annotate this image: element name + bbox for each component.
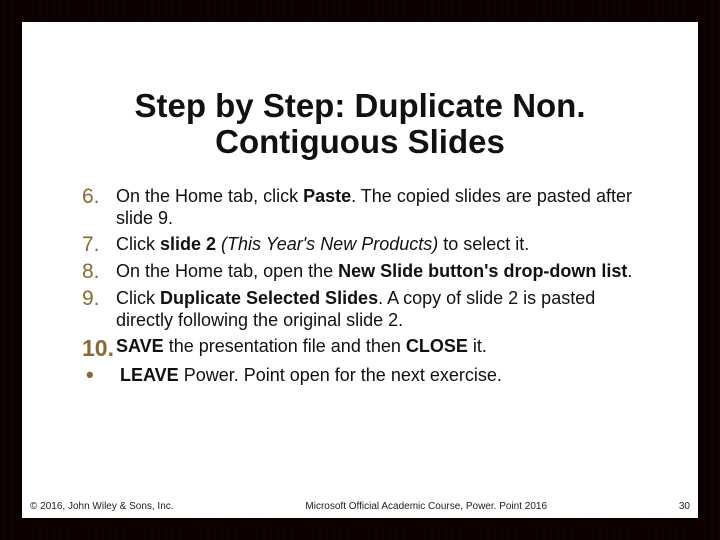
- footer-page: 30: [679, 501, 690, 512]
- step-text: On the Home tab, click Paste. The copied…: [116, 185, 638, 230]
- step-text: SAVE the presentation file and then CLOS…: [116, 335, 487, 358]
- stage: Step by Step: Duplicate Non. Contiguous …: [0, 0, 720, 540]
- step-list: 6.On the Home tab, click Paste. The copi…: [78, 185, 642, 387]
- footer-course: Microsoft Official Academic Course, Powe…: [174, 501, 679, 512]
- step-text: Click Duplicate Selected Slides. A copy …: [116, 287, 638, 332]
- step-number: 10.: [82, 335, 116, 361]
- step-number: 7.: [82, 233, 116, 257]
- step-text: LEAVE Power. Point open for the next exe…: [120, 364, 502, 387]
- step-item: 9.Click Duplicate Selected Slides. A cop…: [82, 287, 638, 332]
- slide-content: Step by Step: Duplicate Non. Contiguous …: [22, 22, 698, 518]
- bullet-marker: •: [82, 364, 120, 386]
- footer: © 2016, John Wiley & Sons, Inc. Microsof…: [30, 501, 690, 512]
- step-number: 8.: [82, 260, 116, 284]
- step-item: 7.Click slide 2 (This Year's New Product…: [82, 233, 638, 257]
- slide-sheet: Step by Step: Duplicate Non. Contiguous …: [22, 22, 698, 518]
- step-text: On the Home tab, open the New Slide butt…: [116, 260, 632, 283]
- footer-copyright: © 2016, John Wiley & Sons, Inc.: [30, 501, 174, 512]
- step-text: Click slide 2 (This Year's New Products)…: [116, 233, 529, 256]
- step-item: 6.On the Home tab, click Paste. The copi…: [82, 185, 638, 230]
- step-item: 8.On the Home tab, open the New Slide bu…: [82, 260, 638, 284]
- page-title: Step by Step: Duplicate Non. Contiguous …: [78, 88, 642, 161]
- step-number: 9.: [82, 287, 116, 311]
- step-item: 10.SAVE the presentation file and then C…: [82, 335, 638, 361]
- step-item: •LEAVE Power. Point open for the next ex…: [82, 364, 638, 387]
- step-number: 6.: [82, 185, 116, 209]
